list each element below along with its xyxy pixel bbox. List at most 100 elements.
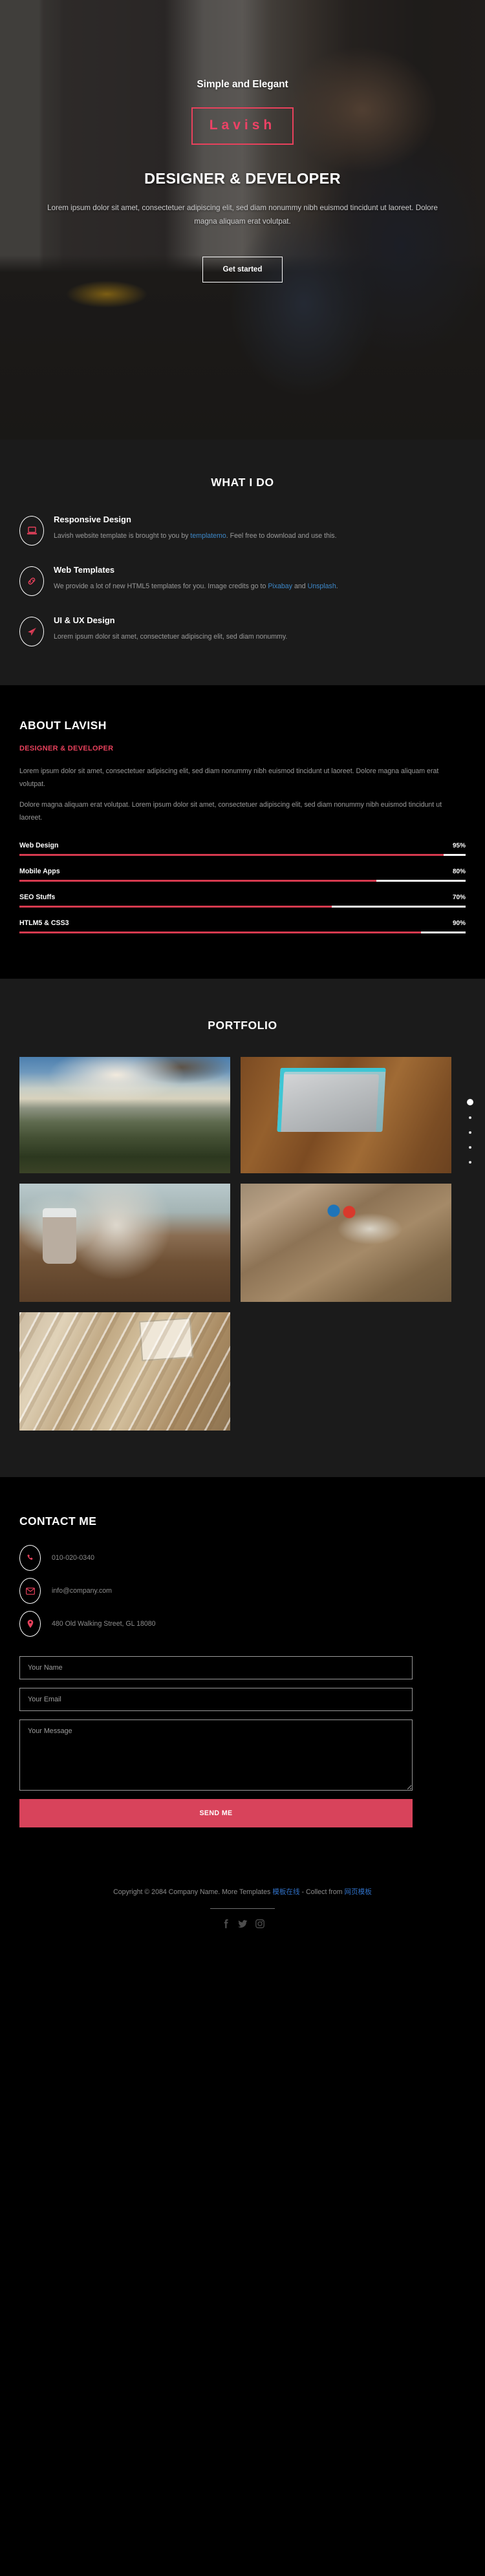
map-pin-icon: [19, 1611, 41, 1637]
facebook-icon[interactable]: [221, 1919, 230, 1932]
footer-link-1[interactable]: 模板在线: [272, 1888, 299, 1896]
about-section: ABOUT LAVISH DESIGNER & DEVELOPER Lorem …: [0, 685, 485, 979]
service-item-web-templates: Web Templates We provide a lot of new HT…: [19, 564, 466, 596]
contact-email-value: info@company.com: [52, 1587, 112, 1595]
dot-nav-item-4[interactable]: [469, 1146, 471, 1149]
footer: Copyright © 2084 Company Name. More Temp…: [0, 1860, 485, 1953]
skill-fill: [19, 906, 332, 908]
service-heading: Web Templates: [54, 565, 466, 575]
copyright-text: Copyright © 2084 Company Name. More Temp…: [0, 1887, 485, 1897]
copyright-mid: - Collect from: [300, 1888, 345, 1896]
site-logo-text: Lavish: [210, 118, 276, 133]
about-subtitle: DESIGNER & DEVELOPER: [19, 745, 466, 752]
message-input[interactable]: [19, 1719, 413, 1791]
services-list: Responsive Design Lavish website templat…: [0, 514, 485, 646]
hero-description: Lorem ipsum dolor sit amet, consectetuer…: [36, 201, 449, 229]
landing-page: Simple and Elegant Lavish DESIGNER & DEV…: [0, 0, 485, 1953]
portfolio-thumbnail: [19, 1057, 230, 1173]
portfolio-thumbnail: [241, 1057, 451, 1173]
portfolio-title: PORTFOLIO: [19, 1019, 466, 1032]
skill-percent: 90%: [453, 920, 466, 927]
hero-title: DESIGNER & DEVELOPER: [0, 170, 485, 187]
contact-section: CONTACT ME 010-020-0340 info@company.com…: [0, 1477, 485, 1860]
service-item-ui-ux-design: UI & UX Design Lorem ipsum dolor sit ame…: [19, 615, 466, 646]
service-text-before: Lavish website template is brought to yo…: [54, 532, 190, 540]
services-section: WHAT I DO Responsive Design Lavish websi…: [0, 440, 485, 685]
skill-track: [19, 931, 466, 933]
paper-plane-icon: [19, 617, 44, 646]
hero-section: Simple and Elegant Lavish DESIGNER & DEV…: [0, 0, 485, 440]
get-started-button[interactable]: Get started: [202, 257, 283, 282]
portfolio-item-coffee-and-macarons[interactable]: [19, 1184, 230, 1302]
portfolio-grid: [19, 1057, 466, 1431]
portfolio-section: PORTFOLIO: [0, 979, 485, 1477]
portfolio-thumbnail: [19, 1184, 230, 1302]
dot-nav-item-2[interactable]: [469, 1116, 471, 1119]
pixabay-link[interactable]: Pixabay: [268, 582, 292, 590]
skill-row: SEO Stuffs 70%: [19, 893, 466, 908]
hero-tagline: Simple and Elegant: [0, 79, 485, 90]
email-input[interactable]: [19, 1688, 413, 1711]
skill-track: [19, 880, 466, 882]
link-chain-icon: [19, 566, 44, 596]
skill-fill: [19, 854, 444, 856]
portfolio-thumbnail: [241, 1184, 451, 1302]
section-dot-navigation[interactable]: [467, 1099, 473, 1176]
dot-nav-item-1[interactable]: [467, 1099, 473, 1105]
skill-row: HTLM5 & CSS3 90%: [19, 919, 466, 933]
footer-link-2[interactable]: 网页模板: [344, 1888, 371, 1896]
skill-percent: 80%: [453, 868, 466, 875]
services-title: WHAT I DO: [0, 476, 485, 489]
skill-fill: [19, 880, 376, 882]
contact-form: SEND ME: [19, 1656, 466, 1827]
portfolio-item-laptop-on-desk[interactable]: [241, 1057, 451, 1173]
skill-label: Web Design: [19, 842, 58, 849]
skill-track: [19, 906, 466, 908]
envelope-icon: [19, 1578, 41, 1604]
contact-title: CONTACT ME: [19, 1515, 466, 1528]
service-text: Lorem ipsum dolor sit amet, consectetuer…: [54, 631, 466, 643]
skill-track: [19, 854, 466, 856]
portfolio-item-mountain-landscape[interactable]: [19, 1057, 230, 1173]
skill-fill: [19, 931, 421, 933]
laptop-icon: [19, 516, 44, 546]
site-logo[interactable]: Lavish: [191, 107, 294, 145]
portfolio-item-wooden-rulers[interactable]: [19, 1312, 230, 1431]
contact-address-value: 480 Old Walking Street, GL 18080: [52, 1620, 156, 1628]
skill-percent: 95%: [453, 842, 466, 849]
skill-row: Web Design 95%: [19, 842, 466, 856]
contact-info-list: 010-020-0340 info@company.com 480 Old Wa…: [19, 1545, 466, 1637]
service-item-responsive-design: Responsive Design Lavish website templat…: [19, 514, 466, 546]
footer-divider: [210, 1908, 275, 1909]
copyright-before: Copyright © 2084 Company Name. More Temp…: [113, 1888, 272, 1896]
contact-row-email: info@company.com: [19, 1578, 466, 1604]
dot-nav-item-5[interactable]: [469, 1161, 471, 1164]
templatemo-link[interactable]: templatemo: [190, 532, 226, 540]
name-input[interactable]: [19, 1656, 413, 1679]
contact-phone-value: 010-020-0340: [52, 1554, 94, 1562]
about-title: ABOUT LAVISH: [19, 719, 466, 732]
send-me-button[interactable]: SEND ME: [19, 1799, 413, 1827]
portfolio-item-desk-flatlay[interactable]: [241, 1184, 451, 1302]
instagram-icon[interactable]: [255, 1919, 264, 1932]
dot-nav-item-3[interactable]: [469, 1131, 471, 1134]
service-text-mid: and: [292, 582, 308, 590]
service-text: Lavish website template is brought to yo…: [54, 530, 466, 542]
skill-row: Mobile Apps 80%: [19, 868, 466, 882]
skill-percent: 70%: [453, 894, 466, 901]
service-text-after: .: [336, 582, 338, 590]
service-heading: Responsive Design: [54, 515, 466, 524]
about-paragraph-1: Lorem ipsum dolor sit amet, consectetuer…: [19, 765, 466, 791]
social-links: [0, 1919, 485, 1932]
phone-icon: [19, 1545, 41, 1571]
skills-chart: Web Design 95% Mobile Apps 80% SEO Stuff…: [19, 842, 466, 979]
skill-label: HTLM5 & CSS3: [19, 919, 69, 927]
portfolio-thumbnail: [19, 1312, 230, 1431]
twitter-icon[interactable]: [238, 1919, 248, 1932]
contact-row-address: 480 Old Walking Street, GL 18080: [19, 1611, 466, 1637]
unsplash-link[interactable]: Unsplash: [308, 582, 336, 590]
service-text-mid: . Feel free to download and use this.: [226, 532, 337, 540]
skill-label: SEO Stuffs: [19, 893, 55, 901]
skill-label: Mobile Apps: [19, 868, 60, 875]
service-heading: UI & UX Design: [54, 615, 466, 625]
